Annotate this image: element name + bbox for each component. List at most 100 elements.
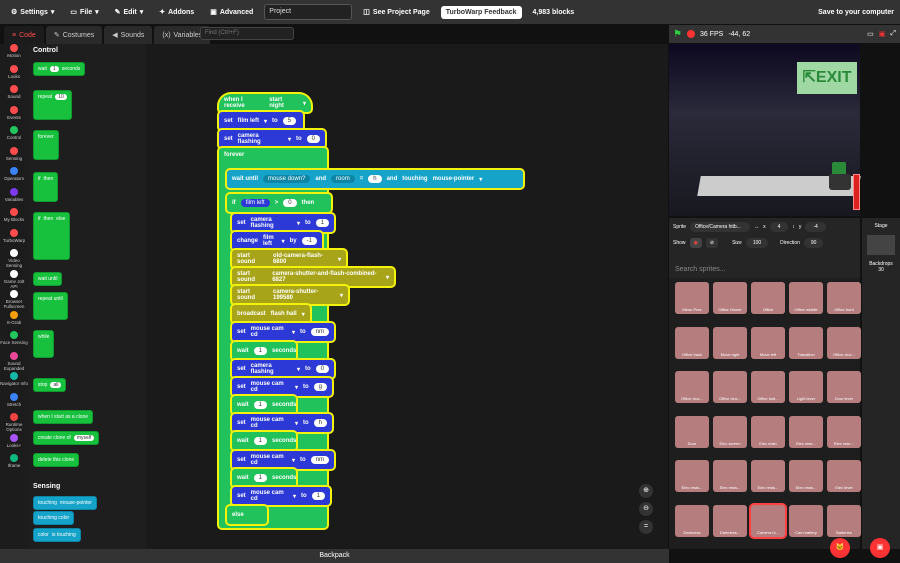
wait-1-block[interactable]: wait 1 seconds xyxy=(232,342,296,360)
see-project-page-button[interactable]: ◫ See Project Page xyxy=(358,8,434,17)
file-menu[interactable]: ▭ File ▾ xyxy=(65,8,103,17)
change-film-left-block[interactable]: change film left ▾ by -1 xyxy=(232,232,322,250)
category-iframe[interactable]: Iframe xyxy=(0,454,28,475)
sprite-tile[interactable]: Office back xyxy=(675,326,709,359)
zoom-reset-icon[interactable]: = xyxy=(639,520,653,534)
sprite-tile[interactable]: Elec resis... xyxy=(713,460,747,492)
start-sound-1-block[interactable]: start sound old-camera-flash-6800 ▾ xyxy=(232,250,346,268)
feedback-button[interactable]: TurboWarp Feedback xyxy=(440,5,522,19)
palette-clone-hat-block[interactable]: when I start as a clone xyxy=(33,410,94,424)
sprite-tile[interactable]: Move left xyxy=(751,326,785,359)
category-sensing[interactable]: Sensing xyxy=(0,146,28,168)
tab-sounds[interactable]: ◀ Sounds xyxy=(104,26,153,44)
sprite-tile[interactable]: Office Owner xyxy=(713,282,747,314)
y-input[interactable]: -4 xyxy=(805,222,826,232)
zoom-out-icon[interactable]: ⊖ xyxy=(639,502,653,516)
sprite-tile[interactable]: Elec main xyxy=(751,415,785,448)
size-input[interactable]: 100 xyxy=(745,238,769,248)
palette-if-else-block[interactable]: if then else xyxy=(33,212,71,260)
stage-thumbnail[interactable] xyxy=(867,235,895,255)
code-workspace[interactable]: when I receive start night ▾ set film left… xyxy=(146,44,668,549)
find-input[interactable]: Find (Ctrl+F) xyxy=(200,27,294,40)
show-hidden-icon[interactable]: ⊘ xyxy=(705,238,719,248)
addons-menu[interactable]: ✦ Addons xyxy=(154,8,199,17)
palette-wait-until-block[interactable]: wait until xyxy=(33,272,63,286)
wait-2-block[interactable]: wait 1 seconds xyxy=(232,396,296,414)
category-navigator-info[interactable]: Navigator Info xyxy=(0,372,28,393)
palette-wait-block[interactable]: wait 1 seconds xyxy=(33,62,86,76)
category-runtime-options[interactable]: Runtime Options xyxy=(0,413,28,434)
sprite-tile[interactable]: Light lever xyxy=(789,371,823,403)
large-stage-icon[interactable]: ▣ xyxy=(879,30,886,38)
palette-repeat-until-block[interactable]: repeat until xyxy=(33,292,68,320)
sprite-tile[interactable]: Office middle xyxy=(789,282,823,314)
category-control[interactable]: Control xyxy=(0,126,28,147)
palette-touching-color-block[interactable]: touching color xyxy=(33,511,75,525)
tab-costumes[interactable]: ✎ Costumes xyxy=(45,26,103,44)
set-camera-flashing-1-block[interactable]: set camera flashing ▾ to 1 xyxy=(232,214,334,232)
settings-menu[interactable]: ⚙ Settings ▾ xyxy=(6,8,59,17)
category-browser-fullscreen[interactable]: Browser Fullscreen xyxy=(0,290,28,311)
palette-repeat-block[interactable]: repeat 10 xyxy=(33,90,72,120)
sprite-tile[interactable]: Office cloc... xyxy=(675,371,709,403)
wait-4-block[interactable]: wait 1 seconds xyxy=(232,469,296,487)
sprite-tile[interactable]: Elec lever xyxy=(827,460,861,492)
sprite-tile[interactable]: Darkness... xyxy=(713,504,747,537)
palette-create-clone-block[interactable]: create clone of myself xyxy=(33,431,100,445)
sprite-name-input[interactable]: Office/Camera hitb... xyxy=(690,222,751,232)
set-mouse-cam-cd-1-block[interactable]: set mouse cam cd ▾ to 1 xyxy=(232,487,330,505)
stage-panel[interactable]: Stage Backdrops 30 xyxy=(862,218,900,549)
sprite-tile[interactable]: Camera hi... xyxy=(751,504,785,537)
fullscreen-icon[interactable]: ⤢ xyxy=(890,30,896,38)
palette-while-block[interactable]: while xyxy=(33,330,55,358)
sprite-tile[interactable]: Darkness xyxy=(675,504,709,537)
palette-touching-block[interactable]: touching mouse-pointer xyxy=(33,496,97,510)
sprite-tile[interactable]: Door lever xyxy=(827,371,861,403)
tab-code[interactable]: ≡ Code xyxy=(4,26,44,44)
sprite-tile[interactable]: Transition xyxy=(789,326,823,359)
start-sound-2-block[interactable]: start sound camera-shutter-and-flash-comb… xyxy=(232,268,394,286)
start-sound-3-block[interactable]: start sound camera-shutter-199580 ▾ xyxy=(232,286,348,304)
zoom-in-icon[interactable]: ⊕ xyxy=(639,484,653,498)
category-looks+[interactable]: Looks+ xyxy=(0,433,28,455)
palette-delete-clone-block[interactable]: delete this clone xyxy=(33,453,80,467)
category-video-sensing[interactable]: Video Sensing xyxy=(0,249,28,270)
sprite-tile[interactable]: Door xyxy=(675,415,709,448)
direction-input[interactable]: 90 xyxy=(803,238,824,248)
category-s-grab[interactable]: S-Grab xyxy=(0,310,28,332)
category-turbowarp[interactable]: TurboWarp xyxy=(0,228,28,250)
sprite-tile[interactable]: Cam battery xyxy=(789,504,823,537)
small-stage-icon[interactable]: ▭ xyxy=(867,30,874,38)
category-sound[interactable]: Sound xyxy=(0,85,28,106)
sprite-tile[interactable]: Elec resis... xyxy=(751,460,785,492)
sprite-tile[interactable]: Elec screen xyxy=(713,415,747,448)
palette-forever-block[interactable]: forever xyxy=(33,130,59,160)
advanced-menu[interactable]: ▣ Advanced xyxy=(205,8,258,17)
category-looks[interactable]: Looks xyxy=(0,64,28,86)
set-mouse-cam-cd-nm-2-block[interactable]: set mouse cam cd ▾ to nm xyxy=(232,451,334,469)
sprite-tile[interactable]: Office front xyxy=(827,282,861,314)
category-motion[interactable]: Motion xyxy=(0,44,28,65)
save-button[interactable]: Save to your computer xyxy=(818,9,894,16)
wait-until-block[interactable]: wait until mouse down? and room = h and touchin… xyxy=(227,170,523,188)
set-mouse-cam-cd-nm-block[interactable]: set mouse cam cd ▾ to nm xyxy=(232,323,334,341)
green-flag-icon[interactable]: ⚑ xyxy=(673,29,682,40)
show-visible-icon[interactable]: ◉ xyxy=(689,238,702,248)
backpack-bar[interactable]: Backpack xyxy=(0,549,669,563)
sprite-tile[interactable]: Office xyxy=(751,282,785,314)
category-stretch[interactable]: Stretch xyxy=(0,392,28,414)
set-mouse-cam-cd-g-block[interactable]: set mouse cam cd ▾ to g xyxy=(232,378,332,396)
sprite-tile[interactable]: Menu Pres xyxy=(675,282,709,314)
stop-icon[interactable] xyxy=(686,30,695,38)
sprite-tile[interactable]: Batteries xyxy=(827,504,861,537)
wait-3-block[interactable]: wait 1 seconds xyxy=(232,432,296,450)
category-game-jolt-api[interactable]: Game Jolt API xyxy=(0,269,28,291)
add-sprite-icon[interactable]: 🐱 xyxy=(830,538,850,558)
sprite-tile[interactable]: Office butt... xyxy=(751,371,785,403)
category-my-blocks[interactable]: My Blocks xyxy=(0,208,28,229)
sprite-tile[interactable]: Elec rese... xyxy=(789,415,823,448)
set-camera-flashing-block[interactable]: set camera flashing ▾ to 0 xyxy=(219,130,325,148)
sprite-tile[interactable]: Move right xyxy=(713,326,747,359)
palette-color-touching-block[interactable]: color is touching xyxy=(33,528,81,542)
sprite-tile[interactable]: Elec rese... xyxy=(827,415,861,448)
